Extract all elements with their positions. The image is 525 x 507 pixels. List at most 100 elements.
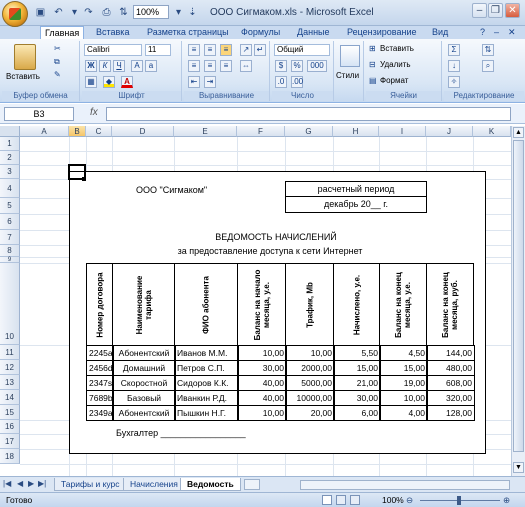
underline-button[interactable]: Ч <box>113 60 125 72</box>
paste-icon[interactable] <box>14 44 36 70</box>
name-box[interactable]: B3 <box>4 107 74 121</box>
customize-qat-icon[interactable]: ⇣ <box>186 6 199 19</box>
table-cell[interactable]: 10,00 <box>285 345 335 361</box>
table-cell[interactable]: Базовый <box>112 390 176 406</box>
row-header[interactable]: 4 <box>0 179 20 198</box>
vertical-scrollbar[interactable]: ▲ ▼ <box>511 126 525 476</box>
table-cell[interactable]: 320,00 <box>426 390 475 406</box>
workbook-close-icon[interactable]: ✕ <box>508 27 516 38</box>
help-icon[interactable]: ? <box>480 27 485 37</box>
table-cell[interactable]: Скоростной <box>112 375 176 391</box>
horizontal-scrollbar[interactable] <box>300 480 510 490</box>
table-cell[interactable]: 5000,00 <box>285 375 335 391</box>
autosum-icon[interactable]: Σ <box>448 44 460 56</box>
row-header[interactable]: 15 <box>0 405 20 420</box>
row-header[interactable]: 7 <box>0 230 20 245</box>
insert-sheet-icon[interactable] <box>244 479 260 490</box>
zoom-dropdown-icon[interactable]: ▾ <box>172 6 185 19</box>
row-header[interactable]: 17 <box>0 434 20 449</box>
table-cell[interactable]: 480,00 <box>426 360 475 376</box>
table-cell[interactable]: 7689b <box>86 390 114 406</box>
table-cell[interactable]: 10,00 <box>237 345 287 361</box>
font-color-button[interactable]: A <box>121 76 133 88</box>
align-bottom-icon[interactable]: ≡ <box>220 44 232 56</box>
fill-color-icon[interactable]: ◆ <box>103 76 115 88</box>
table-cell[interactable]: 15,00 <box>379 360 428 376</box>
align-middle-icon[interactable]: ≡ <box>204 44 216 56</box>
table-cell[interactable]: Абонентский <box>112 345 176 361</box>
row-header[interactable]: 14 <box>0 390 20 405</box>
wrap-text-icon[interactable]: ↵ <box>254 44 266 56</box>
insert-function-button[interactable]: fx <box>90 107 98 118</box>
sort-icon[interactable]: ⇅ <box>117 6 130 19</box>
scroll-thumb[interactable] <box>513 140 524 452</box>
find-select-icon[interactable]: ⌕ <box>482 60 494 72</box>
save-icon[interactable]: ▣ <box>34 6 47 19</box>
italic-button[interactable]: К <box>99 60 111 72</box>
thousands-button[interactable]: 000 <box>307 60 327 72</box>
align-right-icon[interactable]: ≡ <box>220 60 232 72</box>
delete-cells-icon[interactable]: ⊟ <box>369 60 376 69</box>
table-cell[interactable]: 30,00 <box>333 390 381 406</box>
bold-button[interactable]: Ж <box>85 60 97 72</box>
table-cell[interactable]: 21,00 <box>333 375 381 391</box>
copy-icon[interactable]: ⧉ <box>54 57 60 67</box>
table-cell[interactable]: Иванкин Р.Д. <box>174 390 239 406</box>
styles-icon[interactable] <box>340 45 360 67</box>
row-header[interactable]: 3 <box>0 165 20 179</box>
table-cell[interactable]: 10000,00 <box>285 390 335 406</box>
zoom-in-icon[interactable]: ⊕ <box>503 493 510 507</box>
tab-review[interactable]: Рецензирование <box>343 26 421 39</box>
tab-formulas[interactable]: Формулы <box>237 26 284 39</box>
column-header-d[interactable]: D <box>112 126 174 137</box>
table-cell[interactable]: Абонентский <box>112 405 176 421</box>
table-cell[interactable]: 128,00 <box>426 405 475 421</box>
sheet-tab-charges[interactable]: Начисления <box>123 478 185 491</box>
row-header[interactable]: 13 <box>0 375 20 390</box>
undo-icon[interactable]: ↶ <box>52 6 65 19</box>
tab-home[interactable]: Главная <box>40 26 85 39</box>
zoom-slider-thumb[interactable] <box>457 496 461 505</box>
table-cell[interactable]: 2000,00 <box>285 360 335 376</box>
font-name-select[interactable]: Calibri <box>84 44 142 56</box>
increase-indent-icon[interactable]: ⇥ <box>204 76 216 88</box>
row-header[interactable]: 16 <box>0 420 20 434</box>
sheet-tab-statement[interactable]: Ведомость <box>180 478 241 491</box>
zoom-input[interactable]: 100% <box>133 5 169 19</box>
format-painter-icon[interactable]: ✎ <box>54 70 61 79</box>
office-button[interactable] <box>2 1 28 27</box>
insert-cells-icon[interactable]: ⊞ <box>369 44 376 53</box>
insert-cells-button[interactable]: Вставить <box>380 44 414 53</box>
orientation-icon[interactable]: ↗ <box>240 44 252 56</box>
decrease-decimal-icon[interactable]: .00 <box>291 76 303 88</box>
row-header[interactable]: 5 <box>0 198 20 214</box>
table-cell[interactable]: 10,00 <box>237 405 287 421</box>
column-header-b[interactable]: B <box>69 126 86 137</box>
formula-input[interactable] <box>106 107 511 121</box>
normal-view-icon[interactable] <box>322 495 332 505</box>
row-header[interactable]: 12 <box>0 360 20 375</box>
table-cell[interactable]: 4,50 <box>379 345 428 361</box>
table-cell[interactable]: Сидоров К.К. <box>174 375 239 391</box>
fill-icon[interactable]: ↓ <box>448 60 460 72</box>
last-sheet-icon[interactable]: ▶| <box>38 479 46 488</box>
currency-icon[interactable]: $ <box>275 60 287 72</box>
font-size-select[interactable]: 11 <box>145 44 171 56</box>
column-header-c[interactable]: C <box>86 126 112 137</box>
zoom-out-icon[interactable]: ⊖ <box>406 493 413 507</box>
table-cell[interactable]: 40,00 <box>237 375 287 391</box>
close-button[interactable]: ✕ <box>505 3 520 18</box>
tab-page-layout[interactable]: Разметка страницы <box>143 26 233 39</box>
table-cell[interactable]: 608,00 <box>426 375 475 391</box>
table-cell[interactable]: 15,00 <box>333 360 381 376</box>
status-zoom[interactable]: 100% <box>382 493 404 507</box>
borders-icon[interactable]: ▦ <box>85 76 97 88</box>
column-header-f[interactable]: F <box>237 126 285 137</box>
undo-dropdown-icon[interactable]: ▾ <box>68 6 81 19</box>
format-cells-button[interactable]: Формат <box>380 76 408 85</box>
column-header-g[interactable]: G <box>285 126 333 137</box>
table-cell[interactable]: 4,00 <box>379 405 428 421</box>
table-cell[interactable]: Пышкин Н.Г. <box>174 405 239 421</box>
merge-cells-icon[interactable]: ⇔ <box>240 60 252 72</box>
row-header[interactable]: 1 <box>0 137 20 151</box>
